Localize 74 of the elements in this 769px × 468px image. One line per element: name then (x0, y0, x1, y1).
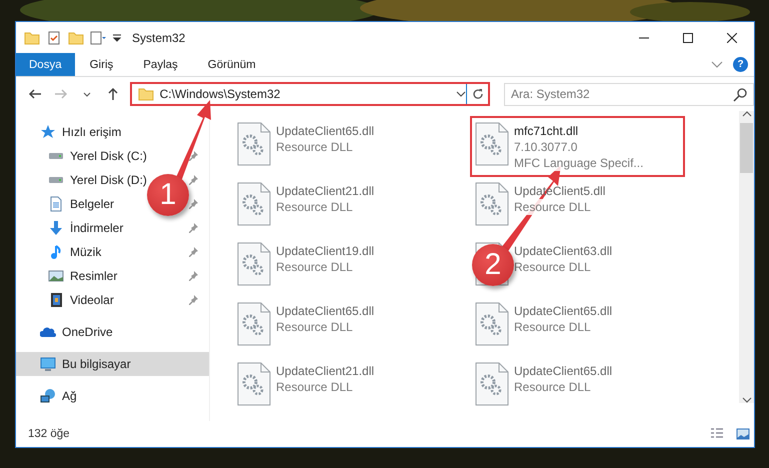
pin-icon (188, 198, 199, 210)
sidebar-item[interactable]: İndirmeler (48, 220, 124, 236)
sidebar-item[interactable]: Bu bilgisayar (40, 356, 131, 372)
sidebar-item[interactable]: Ağ (40, 388, 77, 404)
address-path: C:\Windows\System32 (160, 87, 282, 101)
chevron-down-icon (711, 61, 723, 68)
chevron-up-icon (742, 111, 752, 117)
sidebar-item[interactable]: Videolar (48, 292, 114, 308)
drive-icon (49, 153, 63, 159)
sidebar-item[interactable]: Yerel Disk (C:) (48, 149, 147, 163)
pin-icon (188, 270, 199, 282)
search-field[interactable]: Ara: System32 (504, 82, 754, 106)
document-icon (48, 196, 64, 212)
ribbon-tab[interactable]: Dosya (16, 53, 75, 76)
help-button[interactable]: ? (733, 57, 748, 72)
file-detail: Resource DLL (514, 199, 591, 215)
large-icons-view-icon (735, 426, 751, 442)
file-name: mfc71cht.dll (514, 123, 580, 139)
file-name: UpdateClient65.dll (276, 303, 374, 319)
folder-icon (138, 86, 154, 102)
window-title: System32 (132, 30, 186, 44)
close-icon (727, 32, 737, 42)
star-icon (40, 124, 56, 140)
file-name: UpdateClient21.dll (276, 183, 374, 199)
sidebar-item[interactable]: Resimler (48, 268, 118, 284)
highlighted-file-item[interactable]: mfc71cht.dll 7.10.3077.0 MFC Language Specif... (470, 116, 686, 177)
caret-down-icon (82, 92, 91, 96)
dropdown-caret-icon (112, 34, 122, 42)
download-arrow-icon (48, 220, 64, 236)
dll-file-icon (237, 362, 271, 406)
pin-icon (188, 246, 199, 258)
dll-file-icon (475, 302, 509, 346)
chevron-down-icon (742, 397, 752, 403)
sidebar-item[interactable]: Hızlı erişim (40, 124, 122, 140)
minimize-icon (639, 36, 649, 38)
pin-icon (188, 150, 199, 162)
pin-icon (188, 174, 199, 186)
file-name: UpdateClient65.dll (514, 303, 612, 319)
dll-file-icon (475, 182, 509, 226)
dll-file-icon (237, 182, 271, 226)
file-detail: MFC Language Specif... (514, 155, 644, 171)
ribbon-tab[interactable]: Giriş (74, 53, 128, 76)
dll-file-icon (475, 122, 509, 166)
pin-icon (188, 222, 199, 234)
sidebar-item[interactable]: OneDrive (40, 324, 113, 340)
file-name: UpdateClient65.dll (514, 363, 612, 379)
file-name: UpdateClient19.dll (276, 243, 374, 259)
maximize-icon (683, 32, 693, 42)
dll-file-icon (237, 242, 271, 286)
sidebar-item[interactable]: Yerel Disk (D:) (48, 173, 147, 187)
sidebar-item[interactable]: Müzik (48, 244, 102, 260)
sidebar-item[interactable]: Belgeler (48, 196, 114, 212)
properties-icon (90, 30, 106, 46)
network-globe-icon (40, 388, 56, 404)
drive-icon (49, 177, 63, 183)
dll-file-icon (475, 362, 509, 406)
pin-icon (188, 294, 199, 306)
checklist-icon (46, 30, 62, 46)
ribbon-tab[interactable]: Görünüm (192, 53, 271, 76)
dll-file-icon (237, 302, 271, 346)
film-icon (48, 292, 64, 308)
file-name: UpdateClient21.dll (276, 363, 374, 379)
file-name: UpdateClient63.dll (514, 243, 612, 259)
dll-file-icon (237, 122, 271, 166)
address-bar[interactable]: C:\Windows\System32 (130, 82, 490, 106)
file-name: UpdateClient65.dll (276, 123, 374, 139)
ribbon-tab[interactable]: Paylaş (128, 53, 193, 76)
scrollbar[interactable] (739, 111, 754, 403)
scrollbar-thumb[interactable] (740, 123, 753, 173)
chevron-down-icon (456, 91, 466, 97)
picture-icon (48, 268, 64, 284)
search-icon (733, 88, 748, 102)
monitor-icon (40, 356, 56, 372)
item-count: 132 öğe (28, 428, 71, 440)
